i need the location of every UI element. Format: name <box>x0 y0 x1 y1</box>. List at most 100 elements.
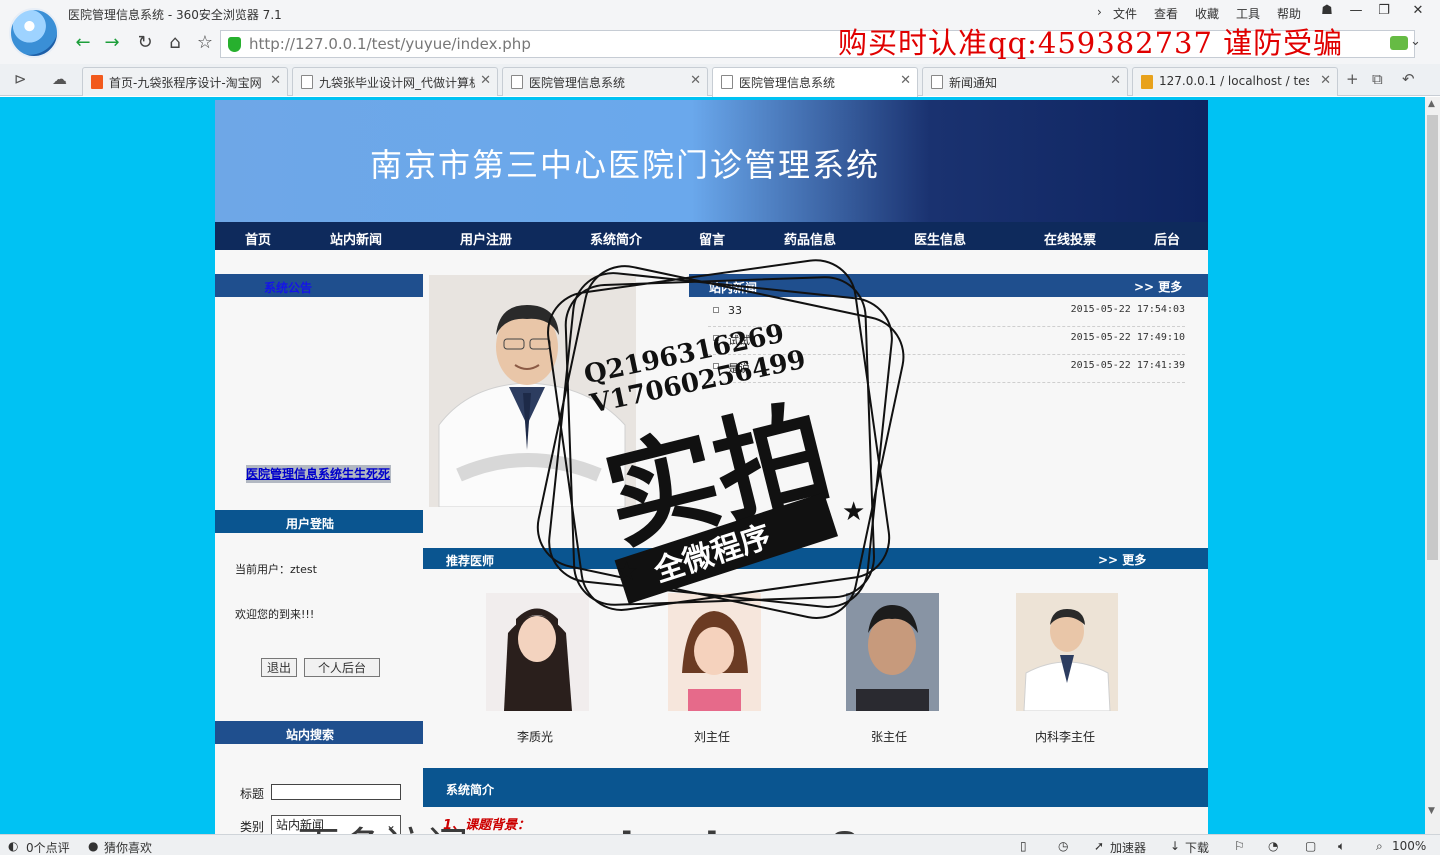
cloud-icon[interactable]: ☁ <box>52 70 67 88</box>
tab-news[interactable]: 新闻通知 ✕ <box>922 67 1128 96</box>
speaker-icon[interactable]: 🔈︎ <box>1338 839 1345 854</box>
doctor-photo[interactable] <box>668 593 761 711</box>
nav-register[interactable]: 用户注册 <box>460 229 512 248</box>
news-item-title[interactable]: 是说 <box>728 360 750 376</box>
tab-close-icon[interactable]: ✕ <box>1110 73 1121 88</box>
scroll-up-arrow-icon[interactable]: ▲ <box>1428 99 1435 109</box>
doctor-name[interactable]: 刘主任 <box>694 728 730 745</box>
doctor-name[interactable]: 张主任 <box>871 728 907 745</box>
download-icon: ↓ <box>1170 839 1181 853</box>
tab-close-icon[interactable]: ✕ <box>270 73 281 88</box>
history-icon[interactable]: ◷ <box>1058 839 1068 853</box>
tab-hospital-active[interactable]: 医院管理信息系统 ✕ <box>712 67 918 97</box>
translate-icon[interactable]: ◔ <box>1268 839 1278 853</box>
doctors-more-link[interactable]: >> 更多 <box>1098 551 1146 568</box>
tab-taobao[interactable]: 首页-九袋张程序设计-淘宝网 ✕ <box>82 67 288 96</box>
guess-you-like[interactable]: 猜你喜欢 <box>104 839 152 856</box>
undo-close-icon[interactable]: ↶ <box>1402 70 1415 88</box>
page-icon <box>511 75 523 89</box>
download-button[interactable]: 下载 <box>1185 839 1209 856</box>
tab-list-icon[interactable]: ⧉ <box>1372 70 1383 88</box>
news-item-title[interactable]: 33 <box>728 304 742 317</box>
logout-button[interactable]: 退出 <box>261 658 297 677</box>
star-icon[interactable]: ☆ <box>192 33 218 55</box>
nav-medicine[interactable]: 药品信息 <box>784 229 836 248</box>
scroll-down-arrow-icon[interactable]: ▼ <box>1428 806 1435 816</box>
news-item-title[interactable]: 试试 <box>728 332 750 348</box>
phpmyadmin-icon <box>1141 75 1153 89</box>
nav-vote[interactable]: 在线投票 <box>1044 229 1096 248</box>
doctor-portrait-1 <box>486 593 589 711</box>
doctor-photo[interactable] <box>1016 593 1118 711</box>
doctor-photo[interactable] <box>846 593 939 711</box>
news-row[interactable]: 33 2015-05-22 17:54:03 <box>708 300 1185 327</box>
tab-label: 医院管理信息系统 <box>739 76 836 90</box>
home-icon[interactable]: ⌂ <box>162 33 188 55</box>
back-arrow-icon[interactable]: ← <box>70 33 96 55</box>
chevron-down-icon: ⌄ <box>385 818 396 832</box>
promo-banner-text: 购买时认准qq:459382737 谨防受骗 <box>838 26 1344 60</box>
maximize-icon[interactable]: ❐ <box>1373 2 1395 20</box>
comments-count[interactable]: 0个点评 <box>26 839 70 856</box>
welcome-text: 欢迎您的到来!!! <box>235 608 315 621</box>
browser-logo-icon[interactable] <box>9 8 59 58</box>
minimize-icon[interactable]: — <box>1345 2 1367 20</box>
search-type-label: 类别 <box>240 820 265 834</box>
accelerator-button[interactable]: 加速器 <box>1110 839 1146 856</box>
scrollbar-thumb[interactable] <box>1427 115 1438 560</box>
search-title: 站内搜索 <box>286 728 335 742</box>
intro-title: 系统简介 <box>446 783 495 797</box>
doctors-title: 推荐医师 <box>446 554 495 568</box>
nav-message[interactable]: 留言 <box>699 229 725 248</box>
backend-button[interactable]: 个人后台 <box>304 658 380 677</box>
doctor-portrait-4 <box>1016 593 1118 711</box>
tab-close-icon[interactable]: ✕ <box>480 73 491 88</box>
shirt-skin-icon[interactable]: ☗ <box>1316 2 1338 20</box>
notice-link[interactable]: 医院管理信息系统生生死死 <box>246 465 391 483</box>
refresh-icon[interactable]: ↻ <box>132 33 158 55</box>
tab-close-icon[interactable]: ✕ <box>900 73 911 88</box>
window-icon[interactable]: ▢ <box>1305 839 1316 853</box>
tab-close-icon[interactable]: ✕ <box>1320 73 1331 88</box>
address-url[interactable]: http://127.0.0.1/test/yuyue/index.php <box>249 35 531 53</box>
nav-admin[interactable]: 后台 <box>1154 229 1180 248</box>
zoom-level[interactable]: 100% <box>1392 839 1426 853</box>
sidebar-toggle-icon[interactable]: ⊳ <box>14 70 27 88</box>
page-viewport: 南京市第三中心医院门诊管理系统 首页 站内新闻 用户注册 系统简介 留言 药品信… <box>0 97 1425 834</box>
news-row[interactable]: 试试 2015-05-22 17:49:10 <box>708 328 1185 355</box>
doctor-illustration <box>429 275 636 507</box>
extension-icon[interactable] <box>1390 36 1408 50</box>
tab-phpmyadmin[interactable]: 127.0.0.1 / localhost / test ✕ <box>1132 67 1338 96</box>
search-title-input[interactable] <box>271 784 401 800</box>
chevron-right-icon[interactable]: › <box>1097 5 1102 19</box>
nav-doctors[interactable]: 医生信息 <box>914 229 966 248</box>
phone-icon[interactable]: ▯ <box>1020 839 1027 853</box>
search-type-select[interactable]: 站内新闻 ⌄ <box>271 815 401 834</box>
close-icon[interactable]: ✕ <box>1407 2 1429 20</box>
tab-close-icon[interactable]: ✕ <box>690 73 701 88</box>
news-item-date: 2015-05-22 17:41:39 <box>1070 360 1185 371</box>
vertical-scrollbar[interactable]: ▲ ▼ <box>1425 97 1440 834</box>
page-icon <box>721 75 733 89</box>
zoom-icon: ⌕ <box>1376 839 1383 853</box>
news-row[interactable]: 是说 2015-05-22 17:41:39 <box>708 356 1185 383</box>
doctor-name[interactable]: 内科李主任 <box>1035 728 1095 745</box>
nav-news[interactable]: 站内新闻 <box>330 229 382 248</box>
bullet-icon <box>713 363 719 369</box>
forward-arrow-icon[interactable]: → <box>99 33 125 55</box>
login-title: 用户登陆 <box>286 517 335 531</box>
flag-icon[interactable]: ⚐ <box>1234 839 1245 853</box>
tab-jiudaizhang[interactable]: 九袋张毕业设计网_代做计算机 ✕ <box>292 67 498 96</box>
doctor-name[interactable]: 李质光 <box>517 728 553 745</box>
taobao-icon <box>91 75 103 89</box>
new-tab-icon[interactable]: + <box>1346 70 1359 88</box>
nav-intro[interactable]: 系统简介 <box>590 229 642 248</box>
featured-doctor-photo <box>429 275 636 507</box>
news-more-link[interactable]: >> 更多 <box>1134 278 1182 295</box>
nav-home[interactable]: 首页 <box>245 229 271 248</box>
notice-title: 系统公告 <box>264 281 313 295</box>
chevron-down-icon[interactable]: ⌄ <box>1410 34 1421 49</box>
doctor-photo[interactable] <box>486 593 589 711</box>
tab-hospital-1[interactable]: 医院管理信息系统 ✕ <box>502 67 708 96</box>
news-item-date: 2015-05-22 17:49:10 <box>1070 332 1185 343</box>
